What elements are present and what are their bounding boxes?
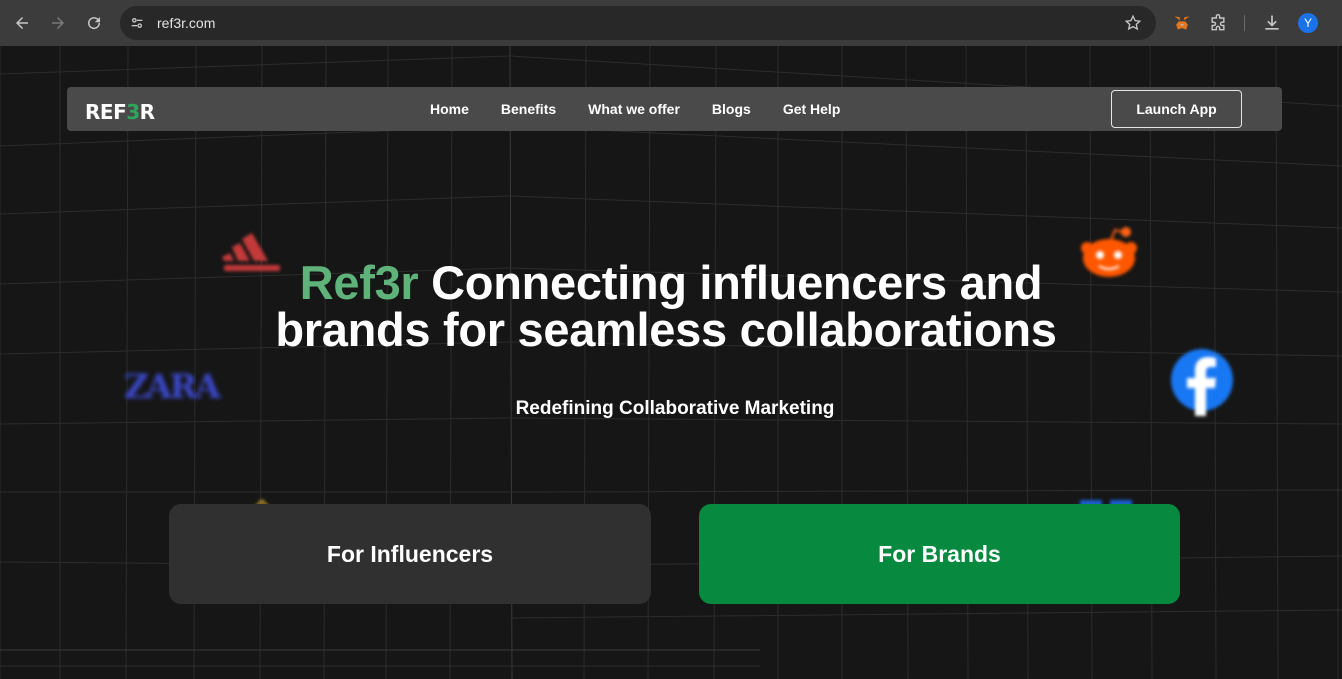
extensions-puzzle-icon[interactable] <box>1207 12 1229 34</box>
back-button[interactable] <box>4 5 40 41</box>
nav-what-we-offer[interactable]: What we offer <box>588 101 680 117</box>
page: ZARA REF3R Home Benefits What we offer B… <box>0 46 1342 679</box>
hero-title-line1: Connecting influencers and <box>418 256 1043 309</box>
nav-home[interactable]: Home <box>430 101 469 117</box>
site-info-icon[interactable] <box>126 12 148 34</box>
browser-toolbar: ref3r.com Y <box>0 0 1342 46</box>
hero-title-line2: brands for seamless collaborations <box>275 303 1057 356</box>
forward-button[interactable] <box>40 5 76 41</box>
url-text[interactable]: ref3r.com <box>157 15 215 31</box>
toolbar-divider <box>1244 15 1245 31</box>
nav-blogs[interactable]: Blogs <box>712 101 751 117</box>
site-navbar: REF3R Home Benefits What we offer Blogs … <box>67 87 1282 131</box>
logo-text-pre: REF <box>85 100 127 124</box>
nav-get-help[interactable]: Get Help <box>783 101 841 117</box>
profile-avatar[interactable]: Y <box>1298 13 1318 33</box>
reload-button[interactable] <box>76 5 112 41</box>
hero-title: Ref3r Connecting influencers and brands … <box>0 259 1342 353</box>
logo-text-post: R <box>139 100 155 124</box>
arrow-right-icon <box>52 17 64 29</box>
nav-links: Home Benefits What we offer Blogs Get He… <box>430 87 872 131</box>
ref3r-logo[interactable]: REF3R <box>85 100 155 124</box>
launch-app-button[interactable]: Launch App <box>1111 90 1242 128</box>
logo-text-accent: 3 <box>126 100 140 124</box>
metamask-fox-icon[interactable] <box>1171 12 1193 34</box>
for-brands-button[interactable]: For Brands <box>699 504 1180 604</box>
nav-benefits[interactable]: Benefits <box>501 101 556 117</box>
hero-subtitle: Redefining Collaborative Marketing <box>515 398 835 419</box>
hero-brand: Ref3r <box>299 256 419 309</box>
reload-icon <box>88 17 101 30</box>
address-bar[interactable]: ref3r.com <box>120 6 1156 40</box>
bookmark-star-icon[interactable] <box>1124 14 1142 32</box>
arrow-left-icon <box>16 17 28 29</box>
hero-heading-block: Ref3r Connecting influencers and brands … <box>0 259 1342 353</box>
download-icon[interactable] <box>1261 12 1283 34</box>
for-influencers-button[interactable]: For Influencers <box>169 504 651 604</box>
